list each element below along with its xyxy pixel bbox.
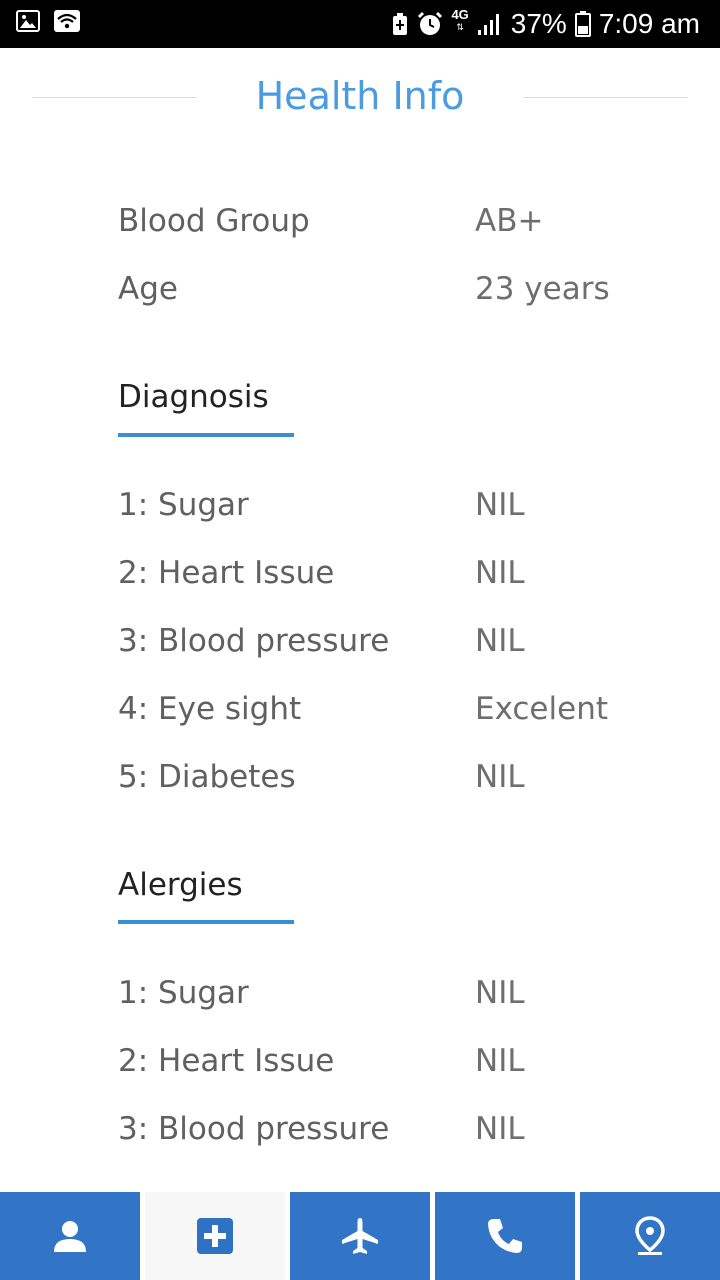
nav-location[interactable] bbox=[580, 1192, 720, 1280]
diagnosis-row: 4: Eye sight Excelent bbox=[118, 691, 678, 741]
diagnosis-label: 5: Diabetes bbox=[118, 759, 296, 795]
allergy-row: 1: Sugar NIL bbox=[118, 975, 678, 1025]
section-underline bbox=[118, 433, 294, 437]
info-row-age: Age 23 years bbox=[118, 271, 678, 321]
allergy-row: 2: Heart Issue NIL bbox=[118, 1043, 678, 1093]
network-type: 4G ⇅ bbox=[451, 7, 469, 32]
allergy-label: 2: Heart Issue bbox=[118, 1043, 335, 1079]
diagnosis-label: 3: Blood pressure bbox=[118, 623, 390, 659]
battery-icon bbox=[574, 11, 591, 37]
section-underline bbox=[118, 920, 294, 924]
nav-profile[interactable] bbox=[0, 1192, 140, 1280]
section-title-allergies: Alergies bbox=[118, 867, 243, 903]
bottom-nav bbox=[0, 1192, 720, 1280]
clock: 7:09 am bbox=[598, 8, 700, 39]
info-label: Age bbox=[118, 271, 178, 307]
gallery-icon bbox=[16, 10, 40, 32]
section-title-diagnosis: Diagnosis bbox=[118, 379, 269, 415]
medical-cross-icon bbox=[197, 1218, 233, 1254]
person-icon bbox=[54, 1221, 86, 1252]
diagnosis-label: 2: Heart Issue bbox=[118, 555, 335, 591]
allergy-label: 3: Blood pressure bbox=[118, 1111, 390, 1147]
diagnosis-label: 1: Sugar bbox=[118, 487, 249, 523]
info-label: Blood Group bbox=[118, 203, 310, 239]
nav-health[interactable] bbox=[145, 1192, 285, 1280]
header-divider-right bbox=[524, 97, 688, 98]
allergy-value: NIL bbox=[475, 1043, 525, 1079]
allergy-label: 1: Sugar bbox=[118, 975, 249, 1011]
diagnosis-value: NIL bbox=[475, 555, 525, 591]
diagnosis-value: NIL bbox=[475, 759, 525, 795]
diagnosis-value: NIL bbox=[475, 487, 525, 523]
page-title: Health Info bbox=[255, 74, 465, 118]
diagnosis-row: 2: Heart Issue NIL bbox=[118, 555, 678, 605]
airplane-icon bbox=[342, 1218, 378, 1254]
allergy-value: NIL bbox=[475, 1111, 525, 1147]
wifi-icon bbox=[54, 10, 80, 32]
allergy-value: NIL bbox=[475, 975, 525, 1011]
diagnosis-row: 1: Sugar NIL bbox=[118, 487, 678, 537]
page-header: Health Info bbox=[0, 48, 720, 148]
nav-contact[interactable] bbox=[435, 1192, 575, 1280]
phone-icon bbox=[488, 1219, 522, 1253]
nav-travel[interactable] bbox=[290, 1192, 430, 1280]
battery-percent: 37% bbox=[510, 8, 567, 39]
diagnosis-label: 4: Eye sight bbox=[118, 691, 302, 727]
diagnosis-row: 5: Diabetes NIL bbox=[118, 759, 678, 809]
diagnosis-value: Excelent bbox=[475, 691, 608, 727]
signal-icon bbox=[477, 14, 499, 35]
info-value: 23 years bbox=[475, 271, 610, 307]
info-row-blood-group: Blood Group AB+ bbox=[118, 203, 678, 253]
alarm-icon bbox=[418, 11, 443, 35]
diagnosis-value: NIL bbox=[475, 623, 525, 659]
allergy-row: 3: Blood pressure NIL bbox=[118, 1111, 678, 1161]
battery-saver-icon bbox=[393, 13, 408, 35]
diagnosis-row: 3: Blood pressure NIL bbox=[118, 623, 678, 673]
location-pin-icon bbox=[635, 1216, 665, 1255]
info-value: AB+ bbox=[475, 203, 544, 239]
status-bar: 4G ⇅ 37% 7:09 am bbox=[0, 0, 720, 48]
